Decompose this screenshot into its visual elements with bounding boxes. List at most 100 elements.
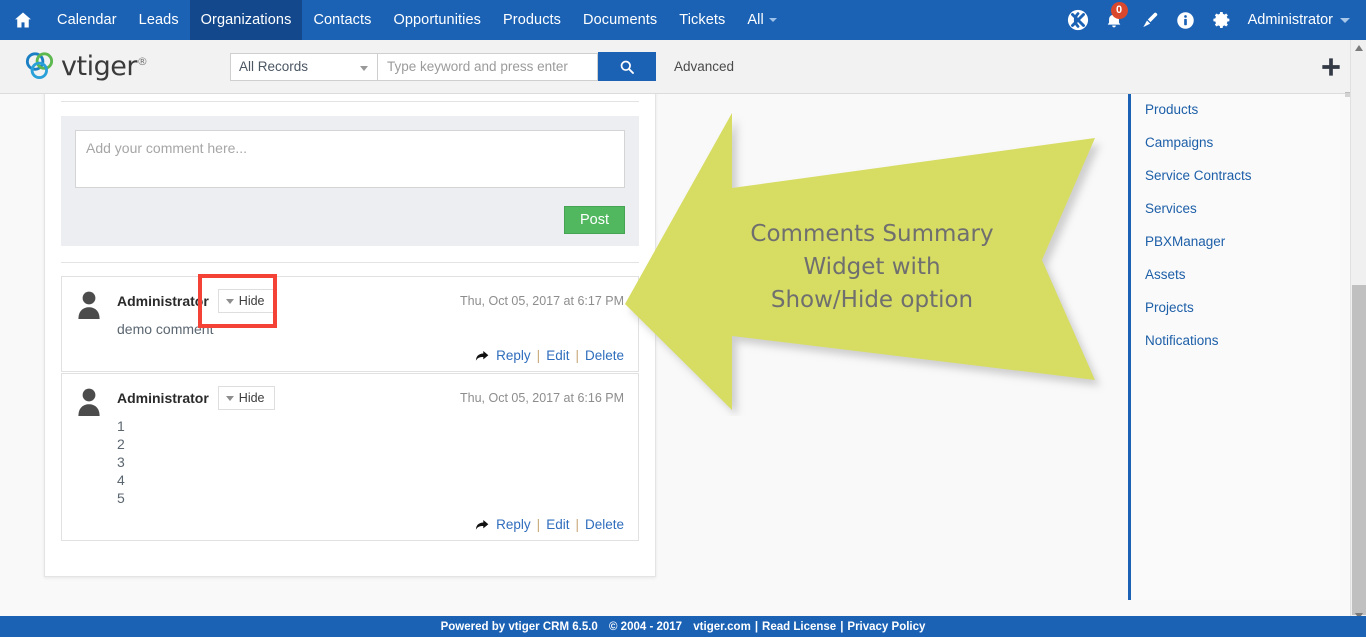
vtiger-crm-app: Calendar Leads Organizations Contacts Op… bbox=[0, 0, 1366, 637]
comments-summary-widget: Post Administrator bbox=[44, 85, 656, 577]
nav-item-opportunities[interactable]: Opportunities bbox=[382, 0, 492, 40]
comment-line: 4 bbox=[117, 472, 125, 488]
comment-timestamp: Thu, Oct 05, 2017 at 6:16 PM bbox=[460, 391, 624, 405]
nav-label: Opportunities bbox=[393, 12, 482, 28]
nav-item-calendar[interactable]: Calendar bbox=[46, 0, 128, 40]
nav-item-tickets[interactable]: Tickets bbox=[668, 0, 736, 40]
top-navigation-bar: Calendar Leads Organizations Contacts Op… bbox=[0, 0, 1366, 40]
brush-icon[interactable] bbox=[1132, 0, 1168, 40]
top-nav-actions: 0 Administrator bbox=[1060, 0, 1366, 40]
nav-item-documents[interactable]: Documents bbox=[572, 0, 668, 40]
footer-site-link[interactable]: vtiger.com bbox=[693, 621, 751, 633]
comment-reply-link[interactable]: Reply bbox=[496, 517, 531, 532]
comment-toggle-button[interactable]: Hide bbox=[217, 289, 275, 313]
post-comment-button[interactable]: Post bbox=[563, 206, 625, 234]
search-scope-value: All Records bbox=[239, 59, 309, 74]
comment-body: 1 2 3 4 5 bbox=[117, 417, 624, 507]
avatar bbox=[78, 291, 100, 319]
annotation-text: Comments Summary Widget with Show/Hide o… bbox=[622, 218, 1122, 317]
annotation-line-3: Show/Hide option bbox=[770, 287, 974, 313]
vtiger-logo-icon bbox=[25, 51, 54, 79]
divider bbox=[61, 262, 639, 263]
comment-line: 2 bbox=[117, 436, 125, 452]
footer-copyright: © 2004 - 2017 bbox=[609, 620, 683, 633]
sidebar-item-products[interactable]: Products bbox=[1131, 93, 1340, 126]
chevron-down-icon bbox=[360, 65, 368, 71]
action-separator: | bbox=[575, 517, 579, 532]
footer-separator: | bbox=[840, 620, 844, 633]
comment-edit-link[interactable]: Edit bbox=[546, 348, 569, 363]
action-separator: | bbox=[575, 348, 579, 363]
extension-logo-icon[interactable] bbox=[1060, 0, 1096, 40]
sidebar-item-campaigns[interactable]: Campaigns bbox=[1131, 126, 1340, 159]
comment-line: 1 bbox=[117, 418, 125, 434]
annotation-arrow bbox=[622, 108, 1122, 416]
related-modules-sidebar: Tickets Products Campaigns Service Contr… bbox=[1128, 85, 1340, 600]
scrollbar-thumb[interactable] bbox=[1352, 285, 1366, 615]
search-button[interactable] bbox=[598, 52, 656, 81]
quick-create-button[interactable] bbox=[1318, 54, 1344, 80]
comment-toggle-label: Hide bbox=[238, 294, 265, 308]
footer-read-license-link[interactable]: Read License bbox=[762, 621, 836, 633]
sidebar-item-notifications[interactable]: Notifications bbox=[1131, 324, 1340, 357]
nav-item-leads[interactable]: Leads bbox=[128, 0, 190, 40]
nav-item-products[interactable]: Products bbox=[492, 0, 572, 40]
chevron-down-icon bbox=[768, 18, 777, 22]
vtiger-logo-text: vtiger® bbox=[61, 51, 148, 82]
comment-input[interactable] bbox=[75, 130, 625, 188]
nav-label: All bbox=[747, 12, 764, 28]
scroll-up-arrow-icon[interactable] bbox=[1355, 45, 1363, 51]
comment-actions: Reply | Edit | Delete bbox=[76, 517, 624, 532]
sidebar-item-services[interactable]: Services bbox=[1131, 192, 1340, 225]
comment-edit-link[interactable]: Edit bbox=[546, 517, 569, 532]
search-scope-select[interactable]: All Records bbox=[230, 52, 378, 81]
sidebar-item-pbxmanager[interactable]: PBXManager bbox=[1131, 225, 1340, 258]
sidebar-item-assets[interactable]: Assets bbox=[1131, 258, 1340, 291]
comment-delete-link[interactable]: Delete bbox=[585, 348, 624, 363]
page-scrollbar[interactable] bbox=[1350, 40, 1366, 623]
user-name-label: Administrator bbox=[1247, 12, 1333, 28]
gear-icon[interactable] bbox=[1204, 0, 1240, 40]
info-icon[interactable] bbox=[1168, 0, 1204, 40]
comment-toggle-button[interactable]: Hide bbox=[217, 386, 275, 410]
user-menu[interactable]: Administrator bbox=[1240, 0, 1360, 40]
nav-label: Calendar bbox=[57, 12, 117, 28]
action-separator: | bbox=[536, 348, 541, 363]
comment-line: 5 bbox=[117, 490, 125, 506]
compose-actions: Post bbox=[75, 206, 625, 234]
nav-item-organizations[interactable]: Organizations bbox=[189, 0, 303, 40]
annotation-line-1: Comments Summary bbox=[750, 221, 994, 247]
comment-delete-link[interactable]: Delete bbox=[585, 517, 624, 532]
comment-author: Administrator bbox=[117, 293, 209, 309]
comment-body: demo comment bbox=[117, 320, 624, 338]
comment-actions: Reply | Edit | Delete bbox=[76, 348, 624, 363]
plus-icon bbox=[1322, 57, 1340, 76]
comment-toggle-label: Hide bbox=[238, 391, 265, 405]
footer-powered-by: Powered by vtiger CRM 6.5.0 bbox=[440, 620, 598, 633]
nav-item-all[interactable]: All bbox=[736, 0, 787, 40]
table-row: Administrator Hide Thu, Oct 05, 2017 at … bbox=[61, 276, 639, 372]
footer-privacy-policy-link[interactable]: Privacy Policy bbox=[847, 621, 925, 633]
footer-separator: | bbox=[754, 620, 759, 633]
sidebar-item-service-contracts[interactable]: Service Contracts bbox=[1131, 159, 1340, 192]
search-input[interactable] bbox=[378, 52, 598, 81]
comment-reply-link[interactable]: Reply bbox=[496, 348, 531, 363]
reply-arrow-icon bbox=[475, 350, 489, 362]
nav-label: Documents bbox=[583, 12, 658, 28]
action-separator: | bbox=[536, 517, 541, 532]
chevron-down-icon bbox=[1340, 17, 1350, 23]
advanced-search-link[interactable]: Advanced bbox=[674, 59, 734, 74]
vtiger-logo[interactable]: vtiger® bbox=[0, 51, 206, 83]
logo-word: vtiger bbox=[61, 51, 137, 82]
nav-item-contacts[interactable]: Contacts bbox=[302, 0, 382, 40]
nav-label: Products bbox=[503, 12, 562, 28]
global-search-bar: vtiger® All Records Advanced bbox=[0, 40, 1366, 94]
bell-icon[interactable]: 0 bbox=[1096, 0, 1132, 40]
caret-down-icon bbox=[225, 395, 234, 401]
comment-timestamp: Thu, Oct 05, 2017 at 6:17 PM bbox=[460, 294, 624, 308]
divider bbox=[61, 101, 639, 102]
nav-label: Contacts bbox=[313, 12, 372, 28]
sidebar-item-projects[interactable]: Projects bbox=[1131, 291, 1340, 324]
nav-label: Leads bbox=[138, 12, 179, 28]
home-icon[interactable] bbox=[0, 0, 46, 40]
